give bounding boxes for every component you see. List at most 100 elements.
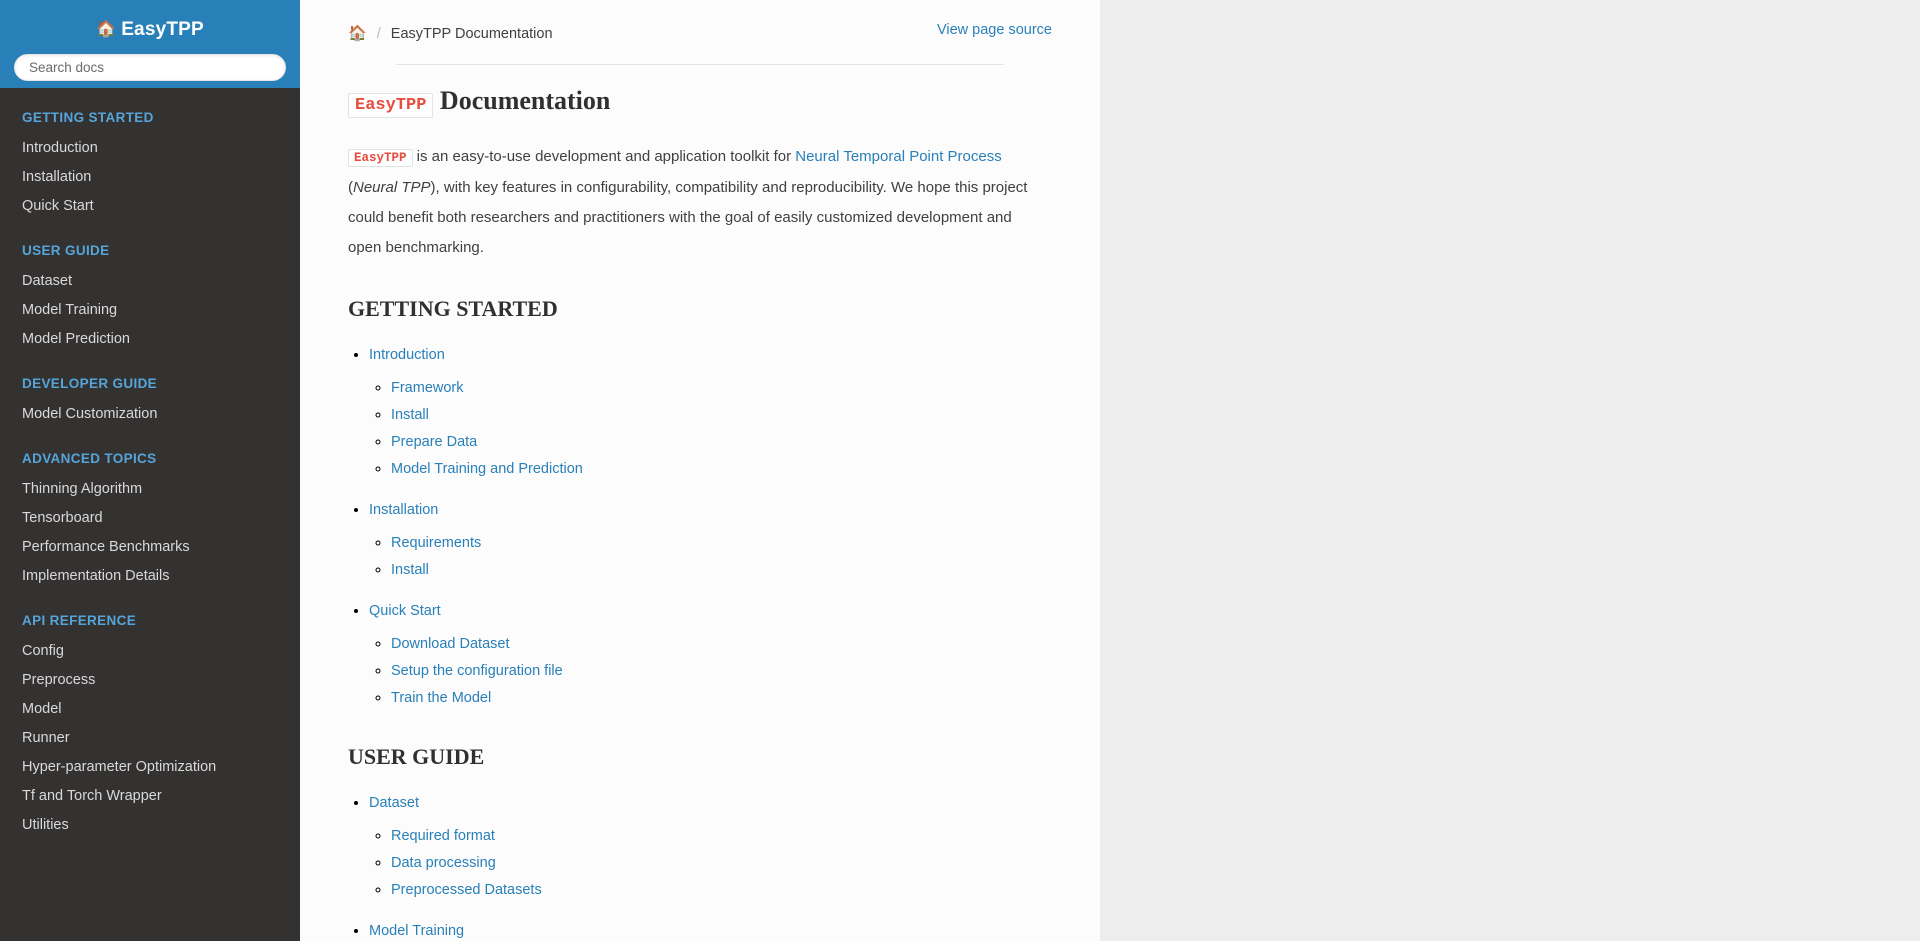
sidebar-list-item: Runner bbox=[0, 724, 300, 753]
sidebar-item-introduction[interactable]: Introduction bbox=[0, 134, 300, 163]
sidebar-item-installation[interactable]: Installation bbox=[0, 163, 300, 192]
documentation-page: 🏠EasyTPP GETTING STARTEDIntroductionInst… bbox=[0, 0, 1920, 941]
breadcrumb-divider bbox=[396, 64, 1004, 65]
document-body: EasyTPP Documentation EasyTPP is an easy… bbox=[300, 65, 1100, 941]
toctree-link-dataset[interactable]: Dataset bbox=[369, 795, 419, 811]
toctree-item: Installation Requirements Install bbox=[369, 496, 1052, 583]
section-heading-getting-started: GETTING STARTED bbox=[348, 296, 558, 321]
toctree-sublist: Requirements Install bbox=[369, 530, 1052, 583]
sidebar-item-quick-start[interactable]: Quick Start bbox=[0, 192, 300, 221]
toctree-link-quick-start[interactable]: Quick Start bbox=[369, 603, 441, 619]
toctree-subitem: Install bbox=[391, 402, 1052, 428]
sidebar-list-item: Tf and Torch Wrapper bbox=[0, 782, 300, 811]
neural-tpp-link[interactable]: Neural Temporal Point Process bbox=[795, 148, 1001, 165]
toctree-sublink-train-the-model[interactable]: Train the Model bbox=[391, 690, 491, 706]
toctree-sublist: Download Dataset Setup the configuration … bbox=[369, 631, 1052, 711]
intro-emphasis: Neural TPP bbox=[353, 179, 431, 196]
toctree-subitem: Train the Model bbox=[391, 685, 1052, 711]
sidebar-item-model-prediction[interactable]: Model Prediction bbox=[0, 325, 300, 354]
sidebar-item-model-customization[interactable]: Model Customization bbox=[0, 400, 300, 429]
sidebar-item-model-training[interactable]: Model Training bbox=[0, 296, 300, 325]
sidebar-item-thinning-algorithm[interactable]: Thinning Algorithm bbox=[0, 475, 300, 504]
sidebar-item-tf-and-torch-wrapper[interactable]: Tf and Torch Wrapper bbox=[0, 782, 300, 811]
sidebar-caption-getting-started: GETTING STARTED bbox=[22, 110, 154, 125]
page-title-text: Documentation bbox=[439, 86, 611, 115]
sidebar-navigation: GETTING STARTED Introduction Installation Q… bbox=[0, 88, 300, 860]
sidebar-list-item: Model bbox=[0, 695, 300, 724]
sidebar-brand-link[interactable]: 🏠 EasyTPP bbox=[0, 16, 300, 41]
toctree-sublink-required-format[interactable]: Required format bbox=[391, 828, 495, 844]
breadcrumb-current: EasyTPP Documentation bbox=[390, 26, 553, 42]
toctree-subitem: Requirements bbox=[391, 530, 1052, 556]
toctree-sublink-prepare-data[interactable]: Prepare Data bbox=[391, 434, 477, 450]
sidebar-caption-user-guide: USER GUIDE bbox=[22, 243, 110, 258]
search-input[interactable] bbox=[14, 54, 286, 81]
sidebar-list-item: Model Customization bbox=[0, 400, 300, 429]
sidebar-item-performance-benchmarks[interactable]: Performance Benchmarks bbox=[0, 533, 300, 562]
toctree-sublink-install[interactable]: Install bbox=[391, 562, 429, 578]
sidebar-item-model[interactable]: Model bbox=[0, 695, 300, 724]
page-title: EasyTPP Documentation bbox=[348, 85, 1052, 122]
home-icon[interactable]: 🏠 bbox=[348, 25, 367, 42]
sidebar-list-item: Thinning Algorithm bbox=[0, 475, 300, 504]
toctree-container: GETTING STARTED Introduction Framework Inst… bbox=[348, 295, 1052, 941]
sidebar-list: Dataset Model Training Model Prediction bbox=[0, 267, 300, 354]
toctree-sublink-install[interactable]: Install bbox=[391, 407, 429, 423]
sidebar-item-config[interactable]: Config bbox=[0, 637, 300, 666]
toctree-link-model-training[interactable]: Model Training bbox=[369, 923, 464, 939]
intro-text-1: is an easy-to-use development and applic… bbox=[412, 148, 796, 165]
sidebar-item-hyper-parameter-optimization[interactable]: Hyper-parameter Optimization bbox=[0, 753, 300, 782]
toctree-subitem: Framework bbox=[391, 375, 1052, 401]
sidebar-list-item: Hyper-parameter Optimization bbox=[0, 753, 300, 782]
sidebar-item-preprocess[interactable]: Preprocess bbox=[0, 666, 300, 695]
sidebar-list-item: Model Training bbox=[0, 296, 300, 325]
view-page-source-link[interactable]: View page source bbox=[937, 22, 1052, 38]
sidebar-list: Config Preprocess Model Runner Hyper-paramet… bbox=[0, 637, 300, 840]
search-form bbox=[0, 41, 300, 81]
sidebar-list-item: Model Prediction bbox=[0, 325, 300, 354]
toctree-item: Model TrainingStep 1: Setup the config f… bbox=[369, 917, 1052, 941]
intro-text-3: ), with key features in configurability,… bbox=[348, 179, 1028, 256]
toctree-sublink-model-training-and-prediction[interactable]: Model Training and Prediction bbox=[391, 461, 583, 477]
sidebar-item-runner[interactable]: Runner bbox=[0, 724, 300, 753]
toctree-sublink-setup-the-configuration-file[interactable]: Setup the configuration file bbox=[391, 663, 563, 679]
sidebar-header: 🏠 EasyTPP bbox=[0, 0, 300, 88]
toctree-sublink-data-processing[interactable]: Data processing bbox=[391, 855, 496, 871]
toctree-item: Introduction Framework Install Prepare Data… bbox=[369, 341, 1052, 482]
sidebar-list-item: Performance Benchmarks bbox=[0, 533, 300, 562]
home-icon: 🏠 bbox=[96, 21, 117, 38]
sidebar-list-item: Quick Start bbox=[0, 192, 300, 221]
toctree-link-introduction[interactable]: Introduction bbox=[369, 347, 445, 363]
toctree-list: Introduction Framework Install Prepare Data… bbox=[348, 341, 1052, 711]
sidebar-list-item: Config bbox=[0, 637, 300, 666]
breadcrumb-home-item: 🏠 bbox=[348, 25, 367, 42]
toctree-subitem: Data processing bbox=[391, 850, 1052, 876]
toctree-subitem: Model Training and Prediction bbox=[391, 456, 1052, 482]
toctree-link-installation[interactable]: Installation bbox=[369, 502, 438, 518]
sidebar-item-tensorboard[interactable]: Tensorboard bbox=[0, 504, 300, 533]
sidebar-brand-label: EasyTPP bbox=[121, 19, 204, 40]
sidebar-list: Introduction Installation Quick Start bbox=[0, 134, 300, 221]
page-title-code: EasyTPP bbox=[348, 93, 434, 118]
breadcrumb-separator: / bbox=[376, 26, 381, 42]
toctree-sublink-download-dataset[interactable]: Download Dataset bbox=[391, 636, 510, 652]
toctree-item: Quick Start Download Dataset Setup the con… bbox=[369, 597, 1052, 711]
sidebar: 🏠EasyTPP GETTING STARTED IntroductionInst… bbox=[0, 0, 300, 941]
toctree-sublist: Framework Install Prepare Data Model Traini… bbox=[369, 375, 1052, 482]
toctree-subitem: Required format bbox=[391, 823, 1052, 849]
toctree-sublink-preprocessed-datasets[interactable]: Preprocessed Datasets bbox=[391, 882, 542, 898]
sidebar-item-dataset[interactable]: Dataset bbox=[0, 267, 300, 296]
sidebar-list-item: Tensorboard bbox=[0, 504, 300, 533]
sidebar-item-utilities[interactable]: Utilities bbox=[0, 811, 300, 840]
sidebar-caption-developer-guide: DEVELOPER GUIDE bbox=[22, 376, 158, 391]
intro-code: EasyTPP bbox=[348, 149, 413, 167]
sidebar-list-item: Dataset bbox=[0, 267, 300, 296]
sidebar-item-implementation-details[interactable]: Implementation Details bbox=[0, 562, 300, 591]
toctree-subitem: Install bbox=[391, 557, 1052, 583]
toctree-subitem: Setup the configuration file bbox=[391, 658, 1052, 684]
breadcrumb-bar: 🏠 / EasyTPP Documentation View page sour… bbox=[300, 0, 1100, 65]
sidebar-caption-advanced-topics: ADVANCED TOPICS bbox=[22, 451, 157, 466]
toctree-sublink-requirements[interactable]: Requirements bbox=[391, 535, 481, 551]
content-area: 🏠 / EasyTPP Documentation View page sour… bbox=[300, 0, 1100, 941]
toctree-sublink-framework[interactable]: Framework bbox=[391, 380, 464, 396]
